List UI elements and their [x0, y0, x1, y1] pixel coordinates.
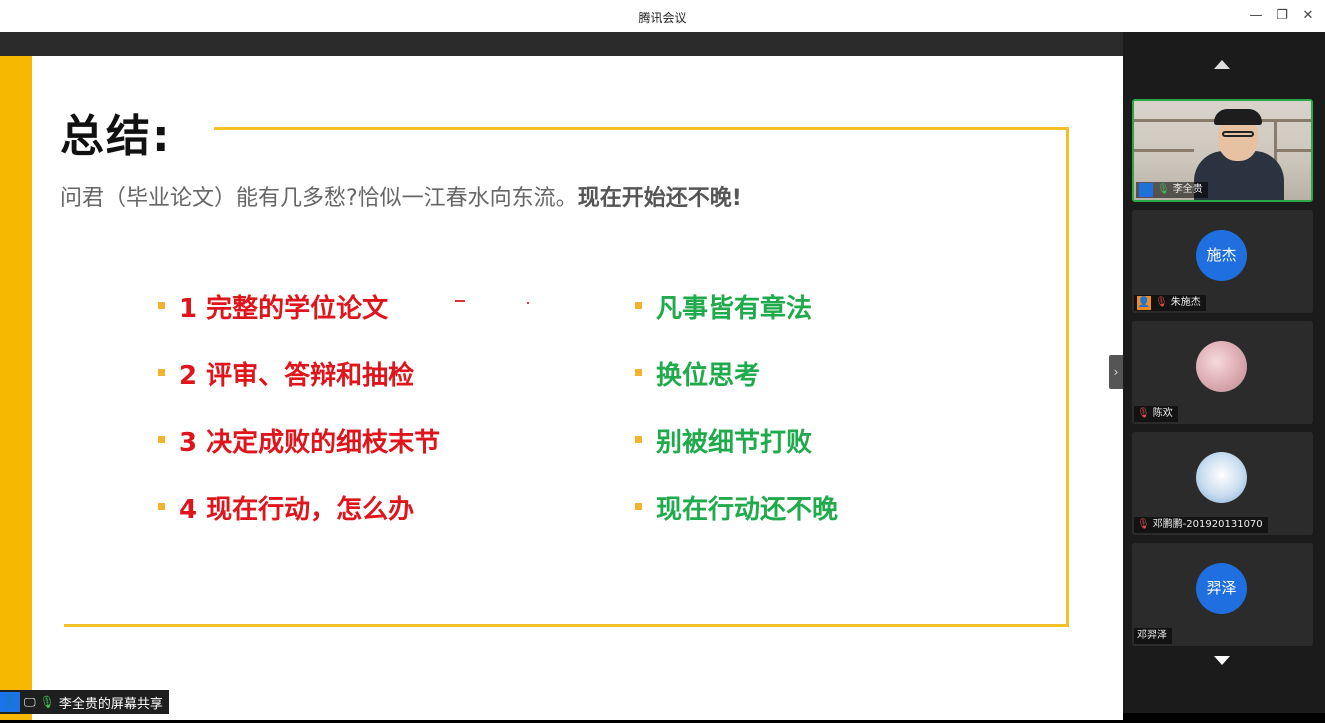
participant-tile[interactable]: 🎙 邓鹏鹏-2019201310​70: [1132, 432, 1313, 535]
participant-name: 李全贵: [1172, 184, 1203, 195]
screen-share-icon: 🖵: [24, 694, 36, 709]
avatar: 羿泽: [1196, 563, 1247, 614]
mic-icon: 🎙: [39, 695, 55, 709]
window-title: 腾讯会议: [638, 11, 687, 25]
close-button[interactable]: ✕: [1298, 6, 1318, 26]
mic-muted-icon: 🎙: [1137, 519, 1150, 530]
share-label: 李全贵的屏幕共享: [58, 696, 163, 712]
participant-name: 朱施杰: [1170, 297, 1201, 308]
collapse-panel-button[interactable]: ›: [1109, 355, 1123, 389]
participant-tile[interactable]: 施杰 👤 🎙 朱施杰: [1132, 210, 1313, 313]
participant-tile[interactable]: 🎙 陈欢: [1132, 321, 1313, 424]
slide-mark: [527, 302, 529, 304]
left-point-3: 3 决定成败的细枝末节: [158, 422, 440, 459]
presentation-slide: 总结: 问君（毕业论文）能有几多愁?恰似一江春水向东流。现在开始还不晚! 1 完…: [0, 56, 1123, 720]
slide-accent-bar: [0, 56, 32, 720]
subtitle-emphasis: 现在开始还不晚!: [577, 186, 742, 211]
right-point-3: 别被细节打败: [635, 422, 812, 459]
user-icon: 👤: [1139, 183, 1153, 197]
avatar: 施杰: [1196, 230, 1247, 281]
right-point-2: 换位思考: [635, 355, 760, 392]
minimize-button[interactable]: —: [1246, 6, 1266, 26]
slide-heading: 总结:: [60, 111, 172, 162]
participant-name: 陈欢: [1152, 408, 1173, 419]
participant-nametag: 🎙 邓鹏鹏-2019201310​70: [1134, 517, 1268, 533]
participant-nametag: 👤 🎙 李全贵: [1136, 182, 1208, 198]
participant-nametag: 邓羿泽: [1134, 628, 1172, 644]
subtitle-text: 问君（毕业论文）能有几多愁?恰似一江春水向东流。: [60, 186, 578, 211]
restore-button[interactable]: ❐: [1272, 6, 1292, 26]
scroll-up-icon[interactable]: [1214, 60, 1230, 69]
shared-screen-area: 总结: 问君（毕业论文）能有几多愁?恰似一江春水向东流。现在开始还不晚! 1 完…: [0, 32, 1123, 720]
participant-nametag: 👤 🎙 朱施杰: [1134, 295, 1206, 311]
avatar: [1196, 452, 1247, 503]
slide-mark: [455, 300, 465, 302]
right-point-1: 凡事皆有章法: [635, 288, 812, 325]
mic-muted-icon: 🎙: [1137, 408, 1150, 419]
scroll-down-icon[interactable]: [1214, 656, 1230, 665]
mic-muted-icon: 🎙: [1155, 297, 1168, 308]
participant-nametag: 🎙 陈欢: [1134, 406, 1178, 422]
window-title-bar: 腾讯会议 — ❐ ✕: [0, 0, 1325, 32]
left-point-4: 4 现在行动，怎么办: [158, 489, 414, 526]
participant-name: 邓鹏鹏-2019201310​70: [1152, 519, 1263, 530]
left-point-1: 1 完整的学位论文: [158, 288, 388, 325]
screen-share-indicator: 👤 🖵 🎙 李全贵的屏幕共享: [0, 690, 169, 714]
left-point-2: 2 评审、答辩和抽检: [158, 355, 414, 392]
user-icon: 👤: [1137, 296, 1151, 310]
participant-tile[interactable]: 羿泽 邓羿泽: [1132, 543, 1313, 646]
participant-name: 邓羿泽: [1137, 630, 1167, 641]
slide-subtitle: 问君（毕业论文）能有几多愁?恰似一江春水向东流。现在开始还不晚!: [60, 180, 742, 212]
right-point-4: 现在行动还不晚: [635, 489, 838, 526]
mic-icon: 🎙: [1157, 184, 1170, 195]
avatar: [1196, 341, 1247, 392]
user-icon: 👤: [0, 692, 20, 712]
participant-tile[interactable]: 👤 🎙 李全贵: [1132, 99, 1313, 202]
